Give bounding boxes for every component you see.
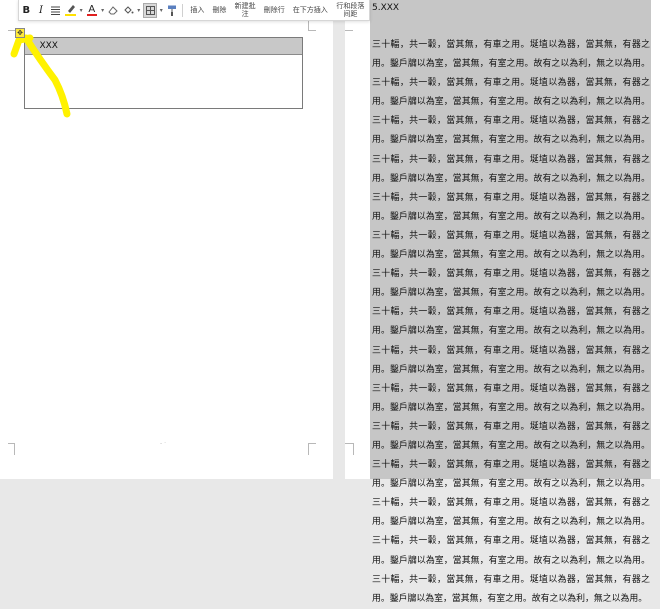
fill-bucket-button[interactable]	[122, 2, 135, 18]
eraser-icon	[108, 6, 119, 15]
table-cell[interactable]: 4. XXX	[25, 38, 302, 55]
highlighter-button[interactable]	[64, 2, 77, 18]
format-painter-button[interactable]	[166, 2, 179, 18]
table: 4. XXX	[24, 37, 303, 109]
crop-mark	[308, 20, 309, 30]
table-move-handle-icon[interactable]: ✥	[15, 28, 25, 38]
mini-toolbar: B I ▾ A ▾ ▾ ▾ 插入 刪除 新建批注 刪除行 在下方插入 行和段落间…	[18, 0, 370, 21]
crop-mark	[353, 443, 354, 455]
row-spacing-button[interactable]: 行和段落间距	[332, 2, 369, 18]
bold-icon: B	[22, 4, 31, 16]
left-page: B I ▾ A ▾ ▾ ▾ 插入 刪除 新建批注 刪除行 在下方插入 行和段落间…	[0, 0, 370, 479]
eraser-button[interactable]	[107, 2, 120, 18]
crop-mark	[8, 30, 15, 31]
border-dropdown[interactable]: ▾	[158, 7, 165, 14]
font-color-dropdown[interactable]: ▾	[99, 7, 106, 14]
table-border-button[interactable]	[143, 2, 157, 18]
fill-bucket-icon	[123, 5, 134, 14]
crop-mark	[308, 443, 309, 455]
crop-mark	[8, 443, 15, 444]
section-heading: 5.XXX	[372, 3, 400, 13]
crop-mark	[345, 443, 353, 444]
page-marker: - ·	[160, 440, 166, 447]
bold-button[interactable]: B	[20, 2, 33, 18]
crop-mark	[308, 30, 316, 31]
highlighter-icon	[64, 5, 76, 16]
crop-mark	[14, 443, 15, 455]
table-cell-text: 4. XXX	[28, 41, 58, 51]
new-annotation-button[interactable]: 新建批注	[230, 2, 259, 18]
align-icon	[51, 6, 61, 15]
italic-icon: I	[39, 4, 43, 16]
crop-mark	[345, 30, 353, 31]
table-border-icon	[145, 5, 155, 15]
insert-below-button[interactable]: 在下方插入	[289, 6, 332, 14]
fill-dropdown[interactable]: ▾	[135, 7, 142, 14]
font-color-icon: A	[88, 3, 96, 15]
delete-button[interactable]: 刪除	[208, 6, 230, 14]
align-button[interactable]	[49, 2, 62, 18]
body-paragraph[interactable]: 三十輻，共一轂，當其無，有車之用。埏埴以為器，當其無，有器之用。鑿戶牖以為室，當…	[372, 36, 650, 609]
right-page: 5.XXX 三十輻，共一轂，當其無，有車之用。埏埴以為器，當其無，有器之用。鑿戶…	[345, 0, 660, 604]
toolbar-separator	[182, 3, 184, 17]
italic-button[interactable]: I	[35, 2, 48, 18]
insert-button[interactable]: 插入	[186, 6, 208, 14]
delete-row-button[interactable]: 刪除行	[260, 6, 289, 14]
crop-mark	[308, 443, 316, 444]
font-color-bar	[86, 13, 97, 16]
highlighter-dropdown[interactable]: ▾	[78, 7, 85, 14]
format-painter-icon	[168, 5, 177, 16]
font-color-button[interactable]: A	[86, 2, 99, 18]
